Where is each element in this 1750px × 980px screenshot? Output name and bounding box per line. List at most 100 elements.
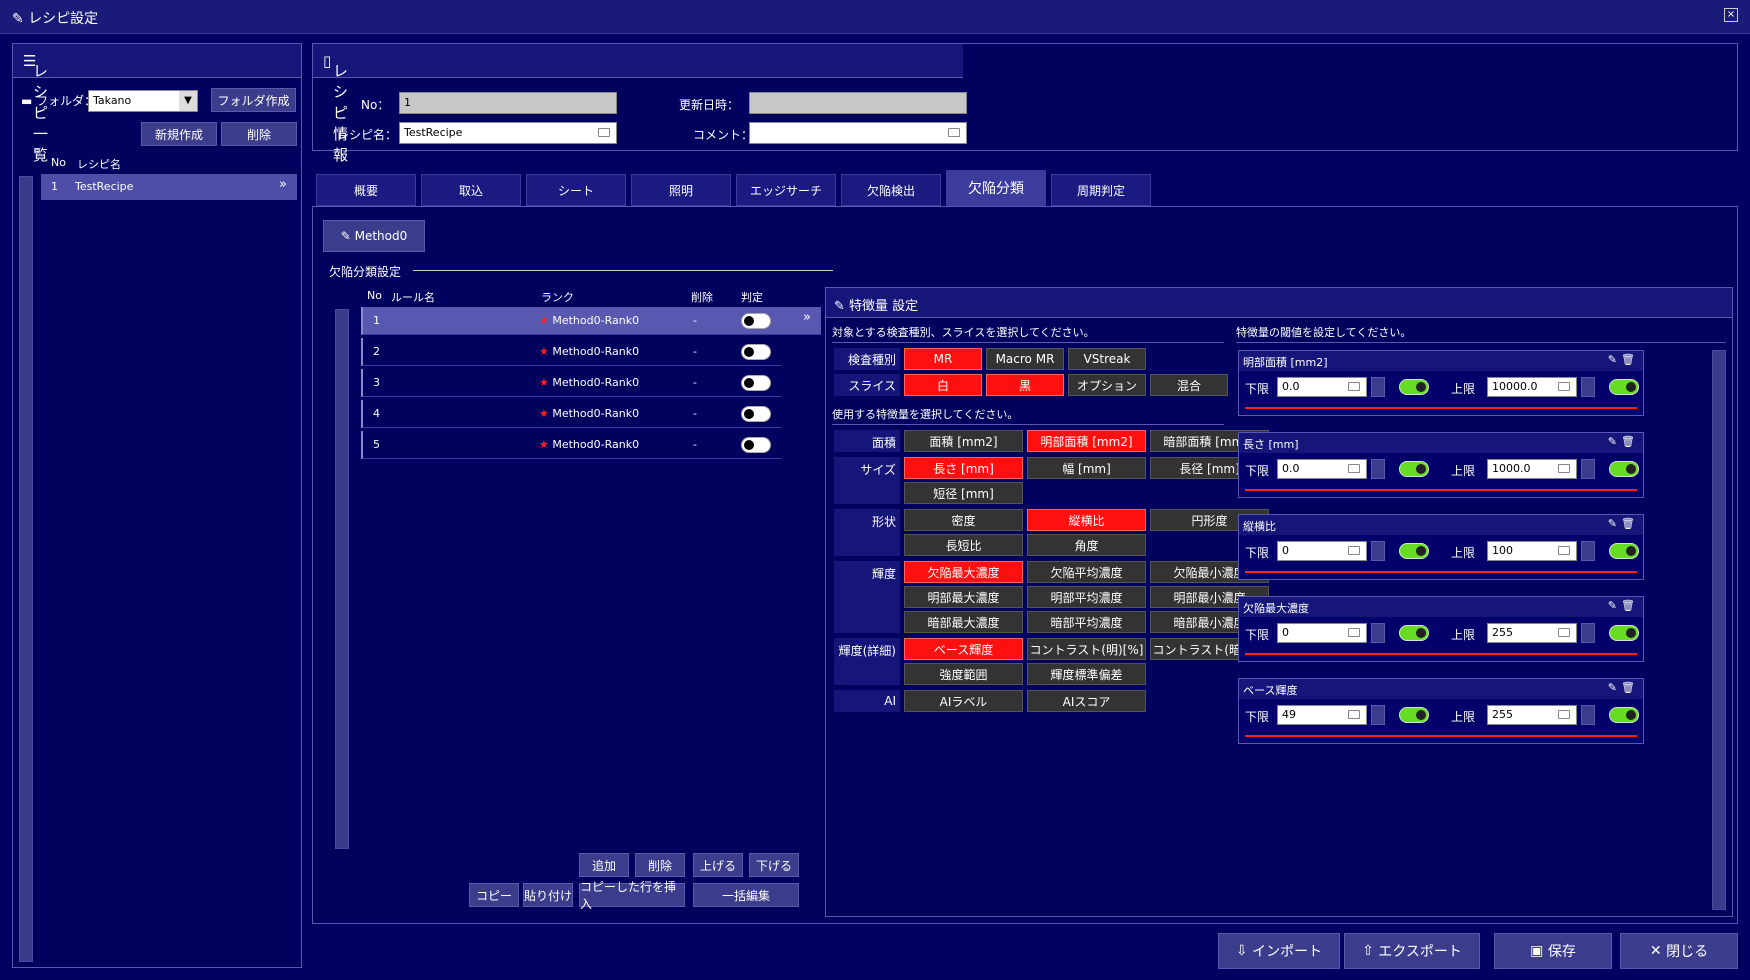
tab-7[interactable]: 周期判定 [1051,174,1151,206]
trash-icon[interactable]: 🗑 [1621,517,1635,530]
lower-toggle[interactable] [1399,379,1429,395]
trash-icon[interactable]: 🗑 [1621,435,1635,448]
keyboard-icon[interactable] [1348,546,1360,555]
keyboard-icon[interactable] [1558,546,1570,555]
stepper[interactable] [1581,623,1595,643]
upper-toggle[interactable] [1609,707,1639,723]
table-row[interactable]: 1 ★ Method0-Rank0 - » [361,307,821,335]
feature-option[interactable]: 明部最大濃度 [904,586,1023,608]
add-button[interactable]: 追加 [579,853,629,877]
upper-input[interactable]: 1000.0 [1487,459,1577,479]
folder-select[interactable]: Takano ▼ [88,90,198,112]
judge-toggle[interactable] [741,437,771,453]
feature-option[interactable]: 長短比 [904,534,1023,556]
move-up-button[interactable]: 上げる [693,853,743,877]
keyboard-icon[interactable] [1558,464,1570,473]
stepper[interactable] [1371,459,1385,479]
save-button[interactable]: ▣ 保存 [1494,933,1612,969]
edit-icon[interactable]: ✎ [1608,435,1617,448]
lower-toggle[interactable] [1399,707,1429,723]
upper-toggle[interactable] [1609,379,1639,395]
judge-toggle[interactable] [741,375,771,391]
upper-input[interactable]: 100 [1487,541,1577,561]
tab-6[interactable]: 欠陥分類 [946,170,1046,206]
inspection-option-2[interactable]: VStreak [1068,348,1146,370]
feature-option[interactable]: 輝度標準偏差 [1027,663,1146,685]
create-folder-button[interactable]: フォルダ作成 [211,88,296,112]
lower-input[interactable]: 0.0 [1277,459,1367,479]
upper-toggle[interactable] [1609,625,1639,641]
feature-option[interactable]: 欠陥最大濃度 [904,561,1023,583]
tab-4[interactable]: エッジサーチ [736,174,836,206]
feature-option[interactable]: 強度範囲 [904,663,1023,685]
slice-option-1[interactable]: 黒 [986,374,1064,396]
trash-icon[interactable]: 🗑 [1621,681,1635,694]
insert-copied-button[interactable]: コピーした行を挿入 [579,880,685,911]
keyboard-icon[interactable] [1348,464,1360,473]
feature-option[interactable]: 幅 [mm] [1027,457,1146,479]
table-row[interactable]: 2 ★ Method0-Rank0 - [361,338,781,366]
lower-input[interactable]: 49 [1277,705,1367,725]
tab-2[interactable]: シート [526,174,626,206]
table-row[interactable]: 5 ★ Method0-Rank0 - [361,431,781,459]
edit-icon[interactable]: ✎ [1608,517,1617,530]
move-down-button[interactable]: 下げる [749,853,799,877]
close-button[interactable]: ✕ 閉じる [1620,933,1738,969]
inspection-option-1[interactable]: Macro MR [986,348,1064,370]
feature-option[interactable]: 明部平均濃度 [1027,586,1146,608]
stepper[interactable] [1581,459,1595,479]
keyboard-icon[interactable] [948,128,960,137]
rule-list-scrollbar[interactable] [335,309,349,849]
slice-option-2[interactable]: オプション [1068,374,1146,396]
lower-toggle[interactable] [1399,543,1429,559]
feature-option[interactable]: ベース輝度 [904,638,1023,660]
list-item[interactable]: 1 TestRecipe » [41,174,297,200]
chevron-right-icon[interactable]: » [279,177,287,192]
edit-icon[interactable]: ✎ [1608,599,1617,612]
lower-toggle[interactable] [1399,625,1429,641]
keyboard-icon[interactable] [598,128,610,137]
upper-toggle[interactable] [1609,543,1639,559]
feature-option[interactable]: コントラスト(明)[%] [1027,638,1146,660]
table-row[interactable]: 3 ★ Method0-Rank0 - [361,369,781,397]
judge-toggle[interactable] [741,344,771,360]
comment-field[interactable] [749,122,967,144]
slice-option-0[interactable]: 白 [904,374,982,396]
feature-option[interactable]: 欠陥平均濃度 [1027,561,1146,583]
stepper[interactable] [1581,377,1595,397]
keyboard-icon[interactable] [1558,628,1570,637]
lower-input[interactable]: 0.0 [1277,377,1367,397]
feature-option[interactable]: 密度 [904,509,1023,531]
import-button[interactable]: ⇩ インポート [1218,933,1340,969]
paste-button[interactable]: 貼り付け [523,883,573,907]
new-recipe-button[interactable]: 新規作成 [141,122,217,146]
keyboard-icon[interactable] [1348,628,1360,637]
keyboard-icon[interactable] [1558,382,1570,391]
edit-icon[interactable]: ✎ [1608,353,1617,366]
lower-toggle[interactable] [1399,461,1429,477]
threshold-scrollbar[interactable] [1712,350,1726,910]
stepper[interactable] [1581,541,1595,561]
feature-option[interactable]: AIスコア [1027,690,1146,712]
feature-option[interactable]: 短径 [mm] [904,482,1023,504]
slice-option-3[interactable]: 混合 [1150,374,1228,396]
method-button[interactable]: ✎ Method0 [323,220,425,252]
tab-0[interactable]: 概要 [316,174,416,206]
edit-icon[interactable]: ✎ [1608,681,1617,694]
copy-button[interactable]: コピー [469,883,519,907]
trash-icon[interactable]: 🗑 [1621,599,1635,612]
tab-1[interactable]: 取込 [421,174,521,206]
judge-toggle[interactable] [741,313,771,329]
stepper[interactable] [1581,705,1595,725]
delete-recipe-button[interactable]: 削除 [221,122,297,146]
upper-input[interactable]: 10000.0 [1487,377,1577,397]
judge-toggle[interactable] [741,406,771,422]
lower-input[interactable]: 0 [1277,541,1367,561]
upper-input[interactable]: 255 [1487,705,1577,725]
upper-toggle[interactable] [1609,461,1639,477]
stepper[interactable] [1371,623,1385,643]
feature-option[interactable]: 暗部最大濃度 [904,611,1023,633]
no-field[interactable]: 1 [399,92,617,114]
upper-input[interactable]: 255 [1487,623,1577,643]
export-button[interactable]: ⇧ エクスポート [1344,933,1480,969]
